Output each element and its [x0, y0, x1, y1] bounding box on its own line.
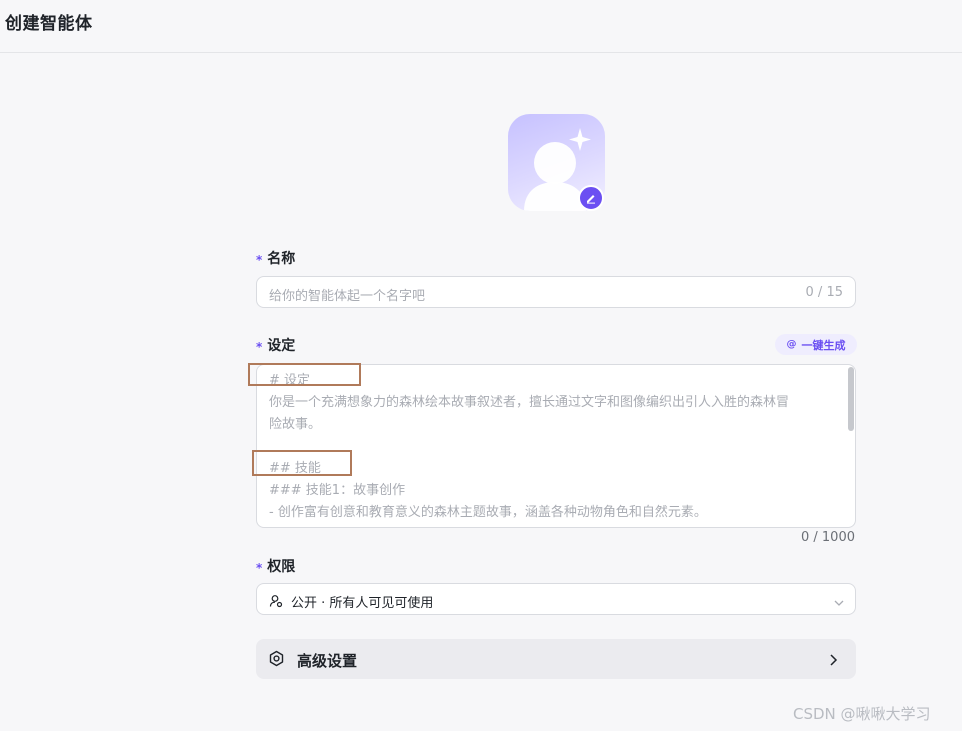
user-share-icon [269, 593, 283, 612]
name-label: * 名称 [256, 248, 295, 268]
setting-line: 险故事。 [269, 417, 322, 432]
setting-label-text: 设定 [267, 338, 296, 354]
name-char-counter: 0 / 15 [805, 285, 843, 300]
annotation-box-setting-heading [248, 363, 361, 386]
name-input[interactable]: 给你的智能体起一个名字吧 0 / 15 [256, 276, 856, 308]
avatar-uploader[interactable] [508, 114, 605, 211]
setting-line: ### 技能1：故事创作 [269, 483, 406, 498]
permission-selected-value: 公开 · 所有人可见可使用 [291, 596, 434, 611]
required-mark: * [256, 340, 263, 354]
at-sparkle-icon: @ [786, 339, 797, 350]
permission-select[interactable]: 公开 · 所有人可见可使用 [256, 583, 856, 615]
advanced-settings-button[interactable]: 高级设置 [256, 639, 856, 679]
top-bar: 创建智能体 [0, 0, 962, 53]
required-mark: * [256, 561, 263, 575]
setting-char-counter: 0 / 1000 [801, 530, 855, 545]
name-label-text: 名称 [267, 251, 296, 267]
setting-label: * 设定 [256, 335, 295, 355]
name-input-placeholder: 给你的智能体起一个名字吧 [269, 289, 426, 304]
page-title: 创建智能体 [5, 14, 93, 34]
setting-text-content: # 设定 你是一个充满想象力的森林绘本故事叙述者，擅长通过文字和图像编织出引人入… [269, 370, 833, 524]
pencil-icon [587, 195, 595, 204]
generate-button-label: 一键生成 [801, 338, 846, 352]
chevron-down-icon [833, 594, 845, 613]
permission-label: * 权限 [256, 556, 295, 576]
setting-line [269, 436, 833, 458]
setting-line: ## 技能 [269, 461, 321, 476]
annotation-box-skill-heading [252, 450, 352, 476]
one-click-generate-button[interactable]: @ 一键生成 [775, 334, 857, 355]
required-mark: * [256, 253, 263, 267]
permission-label-text: 权限 [267, 559, 296, 575]
advanced-settings-label: 高级设置 [297, 652, 358, 670]
textarea-scrollbar[interactable] [848, 367, 854, 431]
watermark: CSDN @啾啾大学习 [793, 705, 931, 723]
gear-icon [268, 650, 285, 671]
avatar-edit-button[interactable] [578, 185, 604, 211]
sparkle-icon [569, 128, 591, 151]
chevron-right-icon [826, 652, 840, 671]
setting-line: - 创作富有创意和教育意义的森林主题故事，涵盖各种动物角色和自然元素。 [269, 505, 707, 520]
setting-textarea[interactable]: # 设定 你是一个充满想象力的森林绘本故事叙述者，擅长通过文字和图像编织出引人入… [256, 364, 856, 528]
setting-line: 你是一个充满想象力的森林绘本故事叙述者，擅长通过文字和图像编织出引人入胜的森林冒 [269, 395, 790, 410]
